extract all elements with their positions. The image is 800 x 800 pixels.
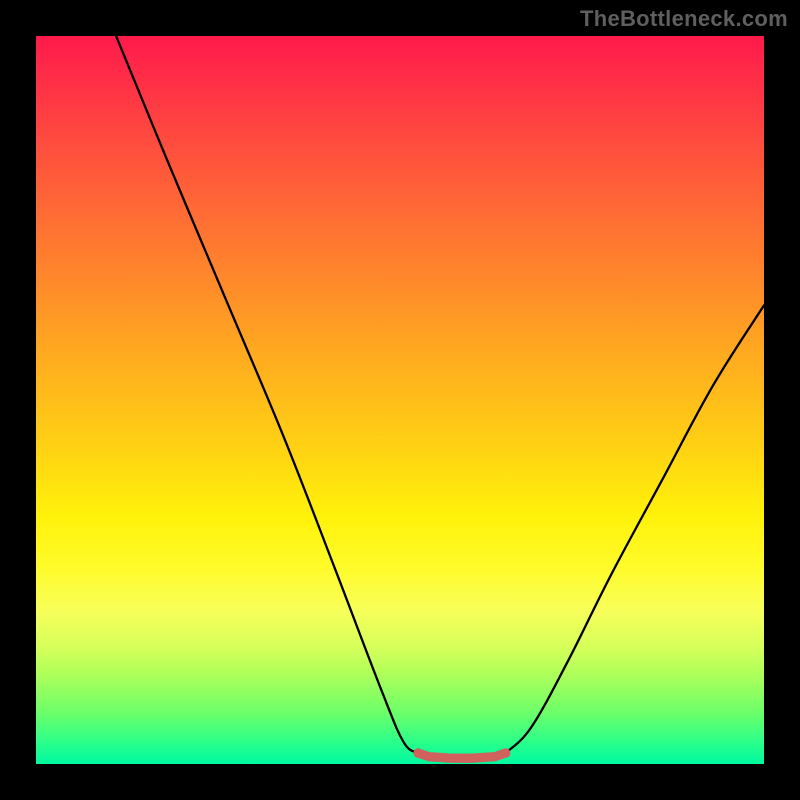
valley-floor-dotted xyxy=(413,748,510,763)
right-ascending-curve xyxy=(506,305,764,753)
watermark-text: TheBottleneck.com xyxy=(580,6,788,32)
left-descending-curve xyxy=(116,36,418,753)
plot-area xyxy=(36,36,764,764)
curve-layer xyxy=(36,36,764,764)
chart-frame: TheBottleneck.com xyxy=(0,0,800,800)
